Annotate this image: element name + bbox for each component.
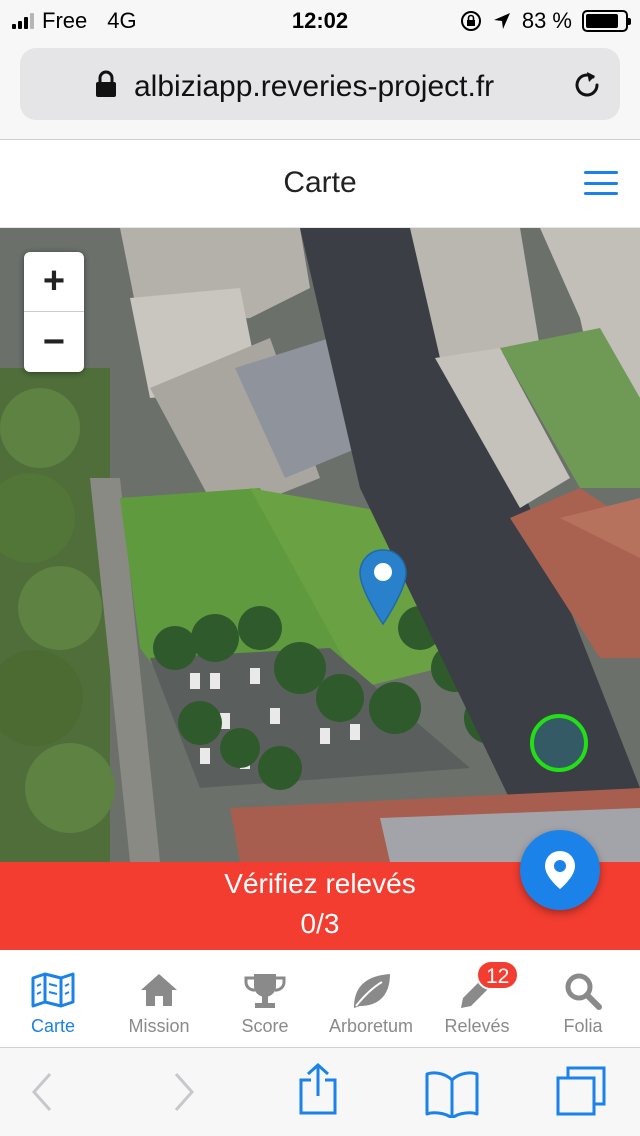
tabs-icon[interactable]	[556, 1066, 608, 1118]
bookmarks-icon[interactable]	[424, 1070, 480, 1118]
nav-label: Folia	[563, 1016, 603, 1036]
user-location-circle	[530, 714, 588, 772]
browser-toolbar	[0, 1048, 640, 1136]
location-pin-icon	[545, 851, 575, 889]
trophy-icon	[244, 974, 286, 1008]
nav-item-mission[interactable]: Mission	[106, 950, 212, 1048]
nav-item-carte[interactable]: Carte	[0, 950, 106, 1048]
leaf-icon	[354, 974, 390, 1008]
location-arrow-icon	[493, 13, 510, 29]
share-icon[interactable]	[296, 1062, 340, 1116]
url-text: albiziapp.reveries-project.fr	[134, 70, 495, 103]
battery-percent: 83 %	[521, 8, 572, 33]
nav-label: Score	[241, 1016, 289, 1036]
nav-label: Relevés	[444, 1016, 510, 1036]
nav-label: Carte	[30, 1016, 75, 1036]
nav-item-score[interactable]: Score	[212, 950, 318, 1048]
home-icon	[141, 974, 177, 1006]
browser-address-area: albiziapp.reveries-project.fr	[0, 42, 640, 140]
map-marker-icon[interactable]	[358, 548, 408, 626]
app-header: Carte	[0, 140, 640, 228]
verify-count: 0/3	[300, 908, 340, 939]
zoom-in-button[interactable]: +	[24, 252, 84, 312]
forward-icon[interactable]	[170, 1070, 196, 1114]
map-icon	[31, 972, 75, 1008]
reload-icon[interactable]	[570, 68, 604, 102]
page-title: Carte	[283, 166, 357, 199]
nav-label: Mission	[128, 1016, 190, 1036]
status-bar: Free 4G 12:02 83 %	[0, 0, 640, 42]
nav-label: Arboretum	[328, 1016, 414, 1036]
nav-item-arboretum[interactable]: Arboretum	[318, 950, 424, 1048]
bottom-navigation: Carte Mission Score Arboretum Relevés 12…	[0, 950, 640, 1048]
lock-icon	[96, 70, 116, 97]
map-view[interactable]: + −	[0, 228, 640, 862]
locate-button[interactable]	[520, 830, 600, 910]
zoom-out-button[interactable]: −	[24, 312, 84, 372]
orientation-lock-icon	[460, 11, 481, 31]
search-icon	[565, 973, 602, 1010]
address-bar[interactable]: albiziapp.reveries-project.fr	[20, 48, 620, 120]
notification-badge: 12	[476, 960, 520, 990]
back-icon[interactable]	[30, 1070, 56, 1114]
nav-item-folia[interactable]: Folia	[530, 950, 636, 1048]
nav-item-releves[interactable]: Relevés 12	[424, 950, 530, 1048]
battery-icon	[582, 10, 631, 32]
zoom-control: + −	[24, 252, 84, 372]
menu-icon[interactable]	[584, 171, 618, 195]
